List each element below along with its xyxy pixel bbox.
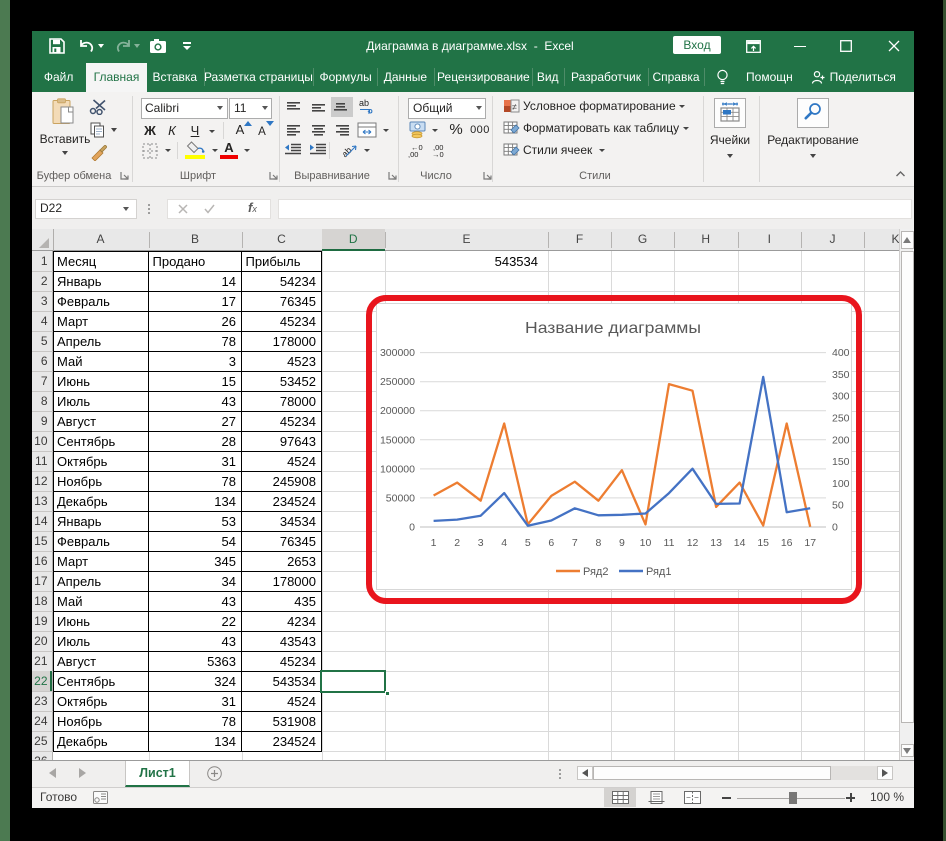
svg-text:→0: →0 — [432, 150, 444, 158]
svg-text:≠: ≠ — [512, 102, 517, 112]
svg-text:,00: ,00 — [408, 150, 418, 158]
svg-text:ab: ab — [359, 98, 369, 108]
